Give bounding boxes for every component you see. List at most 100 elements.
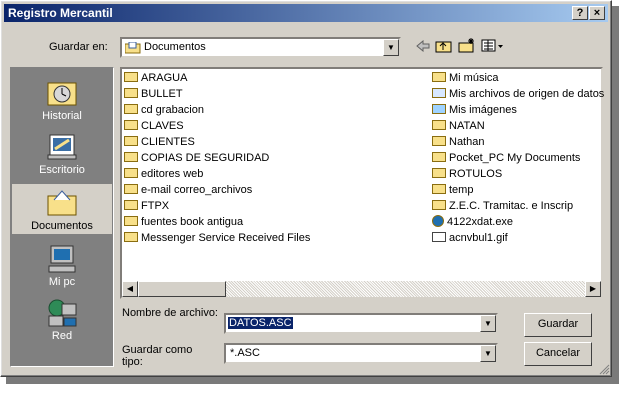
folder-icon bbox=[432, 136, 446, 147]
list-item[interactable]: editores web bbox=[124, 166, 203, 182]
list-item[interactable]: 4122xdat.exe bbox=[432, 214, 513, 230]
save-in-label: Guardar en: bbox=[49, 41, 108, 53]
save-in-value: Documentos bbox=[144, 41, 206, 53]
close-button[interactable]: × bbox=[589, 6, 605, 20]
filename-value: DATOS.ASC bbox=[228, 317, 293, 329]
list-item[interactable]: acnvbul1.gif bbox=[432, 230, 508, 246]
list-item[interactable]: BULLET bbox=[124, 86, 183, 102]
network-icon bbox=[48, 299, 77, 327]
list-item[interactable]: COPIAS DE SEGURIDAD bbox=[124, 150, 269, 166]
save-in-combo[interactable]: Documentos ▼ bbox=[120, 37, 401, 58]
list-item[interactable]: Messenger Service Received Files bbox=[124, 230, 310, 246]
folder-icon bbox=[432, 152, 446, 163]
list-item-label: Mis imágenes bbox=[449, 104, 517, 116]
dialog-title: Registro Mercantil bbox=[8, 6, 113, 20]
place-documents[interactable]: Documentos bbox=[11, 183, 113, 235]
list-item[interactable]: CLIENTES bbox=[124, 134, 195, 150]
list-item[interactable]: ROTULOS bbox=[432, 166, 502, 182]
list-item[interactable]: Mis archivos de origen de datos bbox=[432, 86, 604, 102]
place-my-pc[interactable]: Mi pc bbox=[11, 244, 113, 288]
list-item-label: cd grabacion bbox=[141, 104, 204, 116]
resize-grip-icon[interactable] bbox=[599, 364, 610, 375]
folder-icon bbox=[124, 184, 138, 195]
program-icon bbox=[432, 215, 444, 228]
save-dialog: Registro Mercantil ? × Guardar en: Docum… bbox=[0, 0, 612, 377]
folder-icon bbox=[124, 120, 138, 131]
folder-icon bbox=[432, 200, 446, 211]
list-item[interactable]: Mi música bbox=[432, 70, 499, 86]
list-item[interactable]: Pocket_PC My Documents bbox=[432, 150, 580, 166]
back-arrow-icon[interactable] bbox=[416, 40, 430, 52]
list-item-label: COPIAS DE SEGURIDAD bbox=[141, 152, 270, 164]
help-button[interactable]: ? bbox=[572, 6, 588, 20]
list-item-label: temp bbox=[449, 184, 474, 196]
list-item-label: ARAGUA bbox=[141, 72, 188, 84]
image-file-icon bbox=[432, 232, 446, 243]
list-item-label: NATAN bbox=[449, 120, 485, 132]
list-item-label: Z.E.C. Tramitac. e Inscrip bbox=[449, 200, 574, 212]
folder-icon bbox=[124, 104, 138, 115]
list-item-label: Mi música bbox=[449, 72, 499, 84]
folder-icon bbox=[432, 120, 446, 131]
filename-field[interactable]: DATOS.ASC ▼ bbox=[224, 313, 498, 334]
folder-icon bbox=[124, 88, 138, 99]
folder-icon bbox=[124, 136, 138, 147]
place-label: Escritorio bbox=[39, 164, 85, 176]
list-item-label: Mis archivos de origen de datos bbox=[449, 88, 605, 100]
list-item[interactable]: fuentes book antigua bbox=[124, 214, 243, 230]
list-item-label: acnvbul1.gif bbox=[449, 232, 508, 244]
list-item[interactable]: temp bbox=[432, 182, 473, 198]
list-item-label: CLIENTES bbox=[141, 136, 195, 148]
list-item-label: fuentes book antigua bbox=[141, 216, 244, 228]
scroll-right-button[interactable]: ▶ bbox=[585, 281, 601, 297]
view-menu-icon[interactable] bbox=[481, 39, 505, 53]
desktop-icon bbox=[47, 134, 77, 160]
list-item[interactable]: Z.E.C. Tramitac. e Inscrip bbox=[432, 198, 573, 214]
folder-icon bbox=[124, 200, 138, 211]
place-network[interactable]: Red bbox=[11, 298, 113, 342]
list-item-label: BULLET bbox=[141, 88, 183, 100]
list-item[interactable]: e-mail correo_archivos bbox=[124, 182, 252, 198]
list-item[interactable]: cd grabacion bbox=[124, 102, 204, 118]
list-item[interactable]: Mis imágenes bbox=[432, 102, 517, 118]
scroll-thumb[interactable] bbox=[138, 281, 226, 297]
window-shadow-bottom bbox=[6, 377, 619, 384]
save-button[interactable]: Guardar bbox=[524, 313, 592, 337]
list-item[interactable]: ARAGUA bbox=[124, 70, 187, 86]
folder-icon bbox=[432, 168, 446, 179]
folder-icon bbox=[124, 232, 138, 243]
horizontal-scrollbar[interactable]: ◀ ▶ bbox=[122, 281, 601, 297]
list-item-label: ROTULOS bbox=[449, 168, 503, 180]
documents-icon bbox=[47, 190, 77, 216]
place-history[interactable]: Historial bbox=[11, 78, 113, 122]
chevron-down-icon[interactable]: ▼ bbox=[480, 315, 496, 332]
place-label: Red bbox=[51, 330, 73, 342]
computer-icon bbox=[48, 245, 76, 273]
list-item-label: 4122xdat.exe bbox=[447, 216, 514, 228]
chevron-down-icon[interactable]: ▼ bbox=[383, 39, 399, 56]
list-item[interactable]: NATAN bbox=[432, 118, 485, 134]
list-item[interactable]: FTPX bbox=[124, 198, 169, 214]
cancel-button[interactable]: Cancelar bbox=[524, 342, 592, 366]
chevron-down-icon[interactable]: ▼ bbox=[480, 345, 496, 362]
window-shadow-right bbox=[612, 6, 619, 384]
title-bar[interactable]: Registro Mercantil ? × bbox=[4, 4, 608, 22]
folder-icon bbox=[124, 216, 138, 227]
list-item[interactable]: Nathan bbox=[432, 134, 484, 150]
place-desktop[interactable]: Escritorio bbox=[11, 132, 113, 176]
folder-icon bbox=[124, 168, 138, 179]
file-list[interactable]: ARAGUA BULLET cd grabacion CLAVES CLIENTES CO… bbox=[120, 67, 604, 299]
save-as-type-combo[interactable]: *.ASC ▼ bbox=[224, 343, 498, 364]
list-item-label: FTPX bbox=[141, 200, 170, 212]
list-item-label: e-mail correo_archivos bbox=[141, 184, 253, 196]
list-item-label: editores web bbox=[141, 168, 204, 180]
place-label: Historial bbox=[42, 110, 82, 122]
up-folder-icon[interactable] bbox=[435, 38, 453, 54]
new-folder-icon[interactable] bbox=[458, 37, 476, 54]
close-icon: × bbox=[593, 7, 601, 19]
list-item-label: Messenger Service Received Files bbox=[141, 232, 311, 244]
places-bar: Historial Escritorio Documentos Mi pc Re… bbox=[10, 67, 114, 367]
scroll-left-button[interactable]: ◀ bbox=[122, 281, 138, 297]
save-as-type-label: Guardar como tipo: bbox=[122, 344, 193, 368]
list-item[interactable]: CLAVES bbox=[124, 118, 184, 134]
